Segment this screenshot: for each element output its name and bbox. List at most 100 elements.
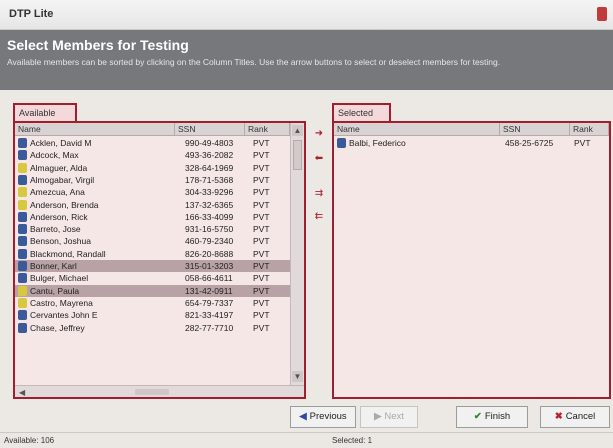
person-icon xyxy=(337,138,346,148)
person-icon xyxy=(18,248,27,259)
cell-ssn: 458-25-6725 xyxy=(505,138,554,148)
close-icon[interactable] xyxy=(597,7,607,21)
available-members-table: Name SSN Rank Acklen, David M 990-49-4803… xyxy=(13,121,306,399)
hscroll-thumb[interactable] xyxy=(135,389,169,395)
cell-rank: PVT xyxy=(253,150,270,161)
arrow-right-icon: ▶ xyxy=(374,411,382,422)
cell-name: Benson, Joshua xyxy=(30,236,91,247)
cell-rank: PVT xyxy=(253,224,270,235)
person-icon xyxy=(18,162,27,173)
table-row[interactable]: Bonner, Karl 315-01-3203 PVT xyxy=(15,260,290,272)
cell-rank: PVT xyxy=(253,285,270,296)
check-icon: ✔ xyxy=(473,411,482,422)
cell-name: Anderson, Brenda xyxy=(30,199,99,210)
table-header: Name SSN Rank xyxy=(334,123,609,136)
cell-rank: PVT xyxy=(253,248,270,259)
tab-available[interactable]: Available xyxy=(13,103,77,121)
cell-ssn: 304-33-9296 xyxy=(185,187,234,198)
move-all-right-icon[interactable]: ⇉ xyxy=(312,189,326,199)
table-row[interactable]: Bulger, Michael 058-66-4611 PVT xyxy=(15,272,290,284)
table-row[interactable]: Adcock, Max 493-36-2082 PVT xyxy=(15,149,290,161)
person-icon xyxy=(18,236,27,247)
cancel-x-icon: ✖ xyxy=(554,411,563,422)
cell-rank: PVT xyxy=(253,310,270,321)
table-row[interactable]: Almogabar, Virgil 178-71-5368 PVT xyxy=(15,174,290,186)
cell-rank: PVT xyxy=(253,138,270,148)
selected-count: Selected: 1 xyxy=(332,436,373,445)
table-row[interactable]: Benson, Joshua 460-79-2340 PVT xyxy=(15,235,290,247)
person-icon xyxy=(18,261,27,271)
title-bar: DTP Lite xyxy=(0,0,613,30)
person-icon xyxy=(18,297,27,308)
table-row[interactable]: Castro, Mayrena 654-79-7337 PVT xyxy=(15,297,290,309)
move-all-left-icon[interactable]: ⇇ xyxy=(312,212,326,222)
table-header: Name SSN Rank xyxy=(15,123,290,136)
move-right-icon[interactable]: ➜ xyxy=(312,129,326,139)
cell-ssn: 821-33-4197 xyxy=(185,310,234,321)
cell-rank: PVT xyxy=(253,174,270,185)
table-row[interactable]: Cantu, Paula 131-42-0911 PVT xyxy=(15,284,290,297)
scroll-up-icon[interactable]: ▲ xyxy=(292,125,303,136)
table-row[interactable]: Cervantes John E 821-33-4197 PVT xyxy=(15,309,290,321)
column-header-rank[interactable]: Rank xyxy=(570,123,609,136)
cancel-label: Cancel xyxy=(565,411,596,422)
cell-ssn: 328-64-1969 xyxy=(185,162,234,173)
cell-ssn: 178-71-5368 xyxy=(185,174,234,185)
window-title: DTP Lite xyxy=(9,8,54,20)
table-row[interactable]: Almaguer, Alda 328-64-1969 PVT xyxy=(15,162,290,174)
cell-name: Almaguer, Alda xyxy=(30,162,88,173)
cell-rank: PVT xyxy=(253,236,270,247)
cell-rank: PVT xyxy=(253,261,270,271)
cell-name: Barreto, Jose xyxy=(30,224,81,235)
column-header-name[interactable]: Name xyxy=(15,123,175,136)
column-header-name[interactable]: Name xyxy=(334,123,500,136)
cell-name: Adcock, Max xyxy=(30,150,79,161)
column-header-rank[interactable]: Rank xyxy=(245,123,290,136)
cell-ssn: 131-42-0911 xyxy=(185,285,233,296)
cell-ssn: 654-79-7337 xyxy=(185,297,234,308)
cell-ssn: 931-16-5750 xyxy=(185,224,234,235)
next-button[interactable]: ▶ Next xyxy=(360,406,418,428)
table-row[interactable]: Amezcua, Ana 304-33-9296 PVT xyxy=(15,186,290,198)
cell-ssn: 493-36-2082 xyxy=(185,150,234,161)
tab-selected[interactable]: Selected xyxy=(332,103,391,121)
cell-rank: PVT xyxy=(574,138,591,148)
cell-name: Bulger, Michael xyxy=(30,273,89,284)
previous-button[interactable]: ◀ Previous xyxy=(290,406,356,428)
cell-rank: PVT xyxy=(253,199,270,210)
cell-rank: PVT xyxy=(253,297,270,308)
move-left-icon[interactable]: ⬅ xyxy=(312,154,326,164)
selected-members-table: Name SSN Rank Balbi, Federico 458-25-6725… xyxy=(332,121,611,399)
status-bar: Available: 106 Selected: 1 xyxy=(0,432,613,448)
table-row[interactable]: Blackmond, Randall 826-20-8688 PVT xyxy=(15,248,290,260)
cell-name: Amezcua, Ana xyxy=(30,187,85,198)
cell-rank: PVT xyxy=(253,322,270,333)
person-icon xyxy=(18,310,27,321)
table-row[interactable]: Acklen, David M 990-49-4803 PVT xyxy=(15,137,290,149)
table-row[interactable]: Anderson, Brenda 137-32-6365 PVT xyxy=(15,199,290,211)
horizontal-scrollbar[interactable]: ◀ xyxy=(15,385,304,397)
cell-ssn: 137-32-6365 xyxy=(185,199,234,210)
cancel-button[interactable]: ✖ Cancel xyxy=(540,406,610,428)
table-row[interactable]: Balbi, Federico 458-25-6725 PVT xyxy=(334,137,609,149)
column-header-ssn[interactable]: SSN xyxy=(175,123,245,136)
page-title: Select Members for Testing xyxy=(7,37,189,53)
page-description: Available members can be sorted by click… xyxy=(7,57,501,67)
person-icon xyxy=(18,187,27,198)
finish-label: Finish xyxy=(484,411,511,422)
cell-rank: PVT xyxy=(253,273,270,284)
cell-rank: PVT xyxy=(253,162,270,173)
column-header-ssn[interactable]: SSN xyxy=(500,123,570,136)
scroll-thumb[interactable] xyxy=(293,140,302,170)
scroll-down-icon[interactable]: ▼ xyxy=(292,371,303,382)
scroll-left-icon[interactable]: ◀ xyxy=(19,388,25,397)
table-row[interactable]: Chase, Jeffrey 282-77-7710 PVT xyxy=(15,322,290,334)
vertical-scrollbar[interactable]: ▲ ▼ xyxy=(290,123,304,385)
finish-button[interactable]: ✔ Finish xyxy=(456,406,528,428)
table-row[interactable]: Barreto, Jose 931-16-5750 PVT xyxy=(15,223,290,235)
person-icon xyxy=(18,211,27,222)
cell-ssn: 826-20-8688 xyxy=(185,248,234,259)
cell-name: Anderson, Rick xyxy=(30,211,88,222)
cell-name: Chase, Jeffrey xyxy=(30,322,85,333)
table-row[interactable]: Anderson, Rick 166-33-4099 PVT xyxy=(15,211,290,223)
